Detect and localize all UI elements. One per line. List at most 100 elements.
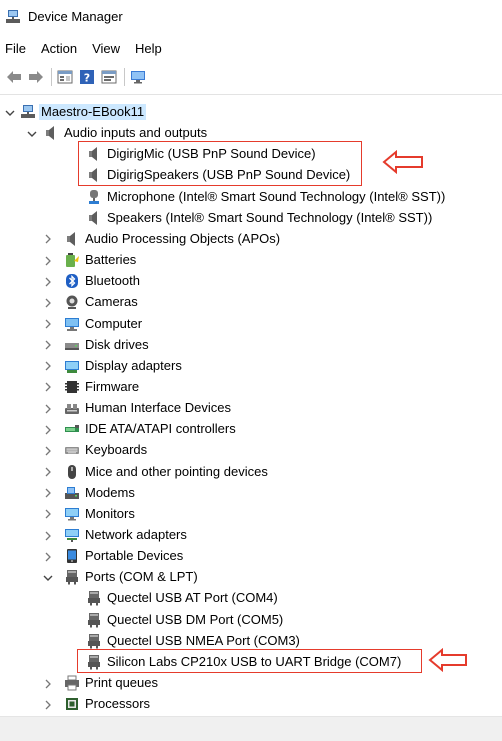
keyboard-icon bbox=[64, 442, 80, 458]
speaker-icon bbox=[64, 231, 80, 247]
forward-arrow-icon[interactable] bbox=[27, 68, 45, 86]
svg-text:?: ? bbox=[84, 72, 90, 85]
menu-view[interactable]: View bbox=[87, 41, 124, 56]
modem-icon bbox=[64, 485, 80, 501]
mouse-icon bbox=[64, 464, 80, 480]
category-audio-inputs-and-outputs-label: Audio inputs and outputs bbox=[64, 125, 208, 141]
chevron-right-icon[interactable] bbox=[42, 335, 54, 356]
toolbar: ? bbox=[0, 64, 502, 90]
category-bluetooth-label: Bluetooth bbox=[85, 273, 140, 289]
category-bluetooth[interactable]: Bluetooth bbox=[0, 271, 502, 292]
device-speakers-intel-smart-sound-tec[interactable]: Speakers (Intel® Smart Sound Technology … bbox=[0, 208, 502, 229]
display-adapter-icon bbox=[64, 358, 80, 374]
category-modems-label: Modems bbox=[85, 484, 135, 500]
category-cameras-label: Cameras bbox=[85, 294, 138, 310]
chevron-right-icon[interactable] bbox=[42, 271, 54, 292]
chevron-right-icon[interactable] bbox=[42, 694, 54, 715]
chevron-right-icon[interactable] bbox=[42, 398, 54, 419]
category-human-interface-devices[interactable]: Human Interface Devices bbox=[0, 398, 502, 419]
menu-bar: File Action View Help bbox=[0, 36, 502, 60]
menu-action[interactable]: Action bbox=[36, 41, 81, 56]
bluetooth-icon bbox=[64, 273, 80, 289]
network-adapter-icon bbox=[64, 527, 80, 543]
window-title: Device Manager bbox=[28, 9, 123, 24]
monitor-icon[interactable] bbox=[129, 68, 147, 86]
chevron-right-icon[interactable] bbox=[42, 504, 54, 525]
category-ide-ata-atapi-controllers[interactable]: IDE ATA/ATAPI controllers bbox=[0, 419, 502, 440]
category-keyboards-label: Keyboards bbox=[85, 442, 148, 458]
portable-device-icon bbox=[64, 548, 80, 564]
chevron-right-icon[interactable] bbox=[42, 419, 54, 440]
chevron-right-icon[interactable] bbox=[42, 229, 54, 250]
category-print-queues[interactable]: Print queues bbox=[0, 673, 502, 694]
chevron-right-icon[interactable] bbox=[42, 673, 54, 694]
category-monitors[interactable]: Monitors bbox=[0, 504, 502, 525]
device-speakers-intel-smart-sound-tec-label: Speakers (Intel® Smart Sound Technology … bbox=[107, 209, 433, 225]
status-bar bbox=[0, 716, 502, 741]
chevron-right-icon[interactable] bbox=[42, 292, 54, 313]
highlight-box-digirig bbox=[78, 141, 362, 186]
category-processors[interactable]: Processors bbox=[0, 694, 502, 715]
category-modems[interactable]: Modems bbox=[0, 483, 502, 504]
tree-root[interactable]: Maestro-EBook11 bbox=[0, 102, 502, 123]
chevron-down-icon[interactable] bbox=[4, 102, 16, 123]
category-display-adapters[interactable]: Display adapters bbox=[0, 356, 502, 377]
device-microphone-intel-smart-sound-t-label: Microphone (Intel® Smart Sound Technolog… bbox=[107, 188, 446, 204]
red-arrow-icon bbox=[428, 648, 467, 672]
help-icon[interactable]: ? bbox=[78, 68, 96, 86]
category-monitors-label: Monitors bbox=[85, 505, 135, 521]
category-audio-processing-objects-apos[interactable]: Audio Processing Objects (APOs) bbox=[0, 229, 502, 250]
show-hidden-icon[interactable] bbox=[100, 68, 118, 86]
category-ide-ata-atapi-controllers-label: IDE ATA/ATAPI controllers bbox=[85, 421, 236, 437]
chevron-right-icon[interactable] bbox=[42, 546, 54, 567]
category-audio-processing-objects-apos-label: Audio Processing Objects (APOs) bbox=[85, 230, 281, 246]
category-cameras[interactable]: Cameras bbox=[0, 292, 502, 313]
chevron-down-icon[interactable] bbox=[26, 123, 38, 144]
device-quectel-usb-dm-port-com5[interactable]: Quectel USB DM Port (COM5) bbox=[0, 610, 502, 631]
chevron-right-icon[interactable] bbox=[42, 525, 54, 546]
category-mice-and-other-pointing-devices[interactable]: Mice and other pointing devices bbox=[0, 462, 502, 483]
category-human-interface-devices-label: Human Interface Devices bbox=[85, 400, 231, 416]
chevron-right-icon[interactable] bbox=[42, 440, 54, 461]
device-quectel-usb-nmea-port-com3-label: Quectel USB NMEA Port (COM3) bbox=[107, 632, 300, 648]
category-network-adapters-label: Network adapters bbox=[85, 527, 187, 542]
category-mice-and-other-pointing-devices-label: Mice and other pointing devices bbox=[85, 463, 268, 479]
category-keyboards[interactable]: Keyboards bbox=[0, 440, 502, 461]
microphone-icon bbox=[86, 189, 102, 205]
speaker-icon bbox=[43, 125, 59, 141]
category-network-adapters[interactable]: Network adapters bbox=[0, 525, 502, 546]
chevron-down-icon[interactable] bbox=[42, 567, 54, 588]
chevron-right-icon[interactable] bbox=[42, 356, 54, 377]
category-computer[interactable]: Computer bbox=[0, 314, 502, 335]
chevron-right-icon[interactable] bbox=[42, 462, 54, 483]
computer-icon bbox=[64, 316, 80, 332]
menu-file[interactable]: File bbox=[0, 41, 30, 56]
red-arrow-icon bbox=[382, 150, 423, 174]
category-portable-devices[interactable]: Portable Devices bbox=[0, 546, 502, 567]
category-ports[interactable]: Ports (COM & LPT) bbox=[0, 567, 502, 588]
category-firmware[interactable]: Firmware bbox=[0, 377, 502, 398]
chevron-right-icon[interactable] bbox=[42, 250, 54, 271]
monitor-icon bbox=[64, 506, 80, 522]
back-arrow-icon[interactable] bbox=[5, 68, 23, 86]
device-quectel-usb-dm-port-com5-label: Quectel USB DM Port (COM5) bbox=[107, 611, 284, 627]
category-ports-label: Ports (COM & LPT) bbox=[85, 569, 198, 585]
category-batteries[interactable]: Batteries bbox=[0, 250, 502, 271]
disk-drive-icon bbox=[64, 337, 80, 353]
camera-icon bbox=[64, 294, 80, 310]
menu-help[interactable]: Help bbox=[130, 41, 166, 56]
category-disk-drives[interactable]: Disk drives bbox=[0, 335, 502, 356]
properties-icon[interactable] bbox=[56, 68, 74, 86]
toolbar-separator bbox=[124, 68, 125, 86]
category-display-adapters-label: Display adapters bbox=[85, 357, 182, 373]
chevron-right-icon[interactable] bbox=[42, 314, 54, 335]
chevron-right-icon[interactable] bbox=[42, 483, 54, 504]
category-portable-devices-label: Portable Devices bbox=[85, 548, 184, 564]
category-firmware-label: Firmware bbox=[85, 378, 140, 394]
device-quectel-usb-at-port-com4[interactable]: Quectel USB AT Port (COM4) bbox=[0, 588, 502, 609]
category-processors-label: Processors bbox=[85, 696, 151, 712]
battery-icon bbox=[64, 252, 80, 268]
device-microphone-intel-smart-sound-t[interactable]: Microphone (Intel® Smart Sound Technolog… bbox=[0, 187, 502, 208]
chevron-right-icon[interactable] bbox=[42, 377, 54, 398]
device-quectel-usb-at-port-com4-label: Quectel USB AT Port (COM4) bbox=[107, 590, 278, 606]
